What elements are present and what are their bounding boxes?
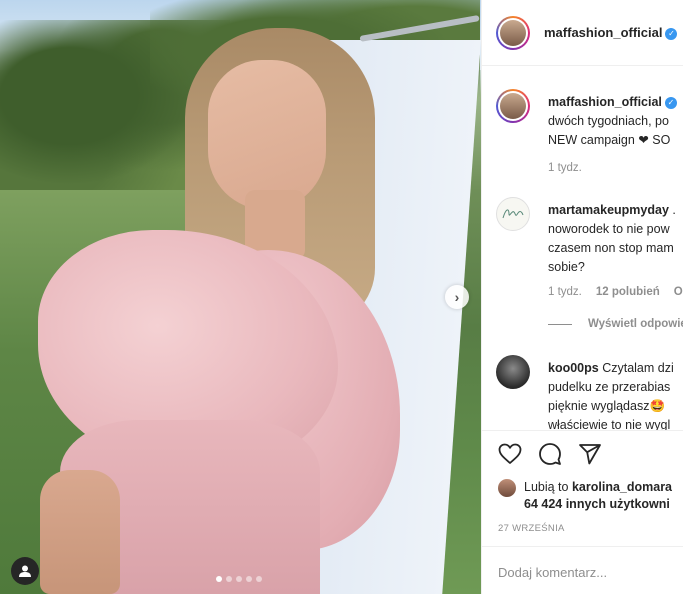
avatar[interactable] — [498, 479, 516, 497]
carousel-next-button[interactable]: › — [445, 285, 469, 309]
comment-text: noworodek to nie pow — [548, 222, 670, 236]
avatar[interactable] — [496, 197, 530, 231]
comment-text: dwóch tygodniach, po — [548, 114, 669, 128]
comment-likes[interactable]: 12 polubień — [596, 286, 660, 298]
post-photo[interactable]: › — [0, 0, 481, 594]
view-replies-button[interactable]: Wyświetl odpowie — [548, 318, 683, 330]
user-icon — [19, 565, 31, 577]
comment-text: pięknie wyglądasz🤩 — [548, 399, 666, 413]
comment-text: czasem non stop mam — [548, 241, 674, 255]
carousel-dot — [216, 576, 222, 582]
avatar[interactable] — [496, 355, 530, 389]
likes-summary: Lubią to karolina_domara 64 424 innych u… — [498, 479, 672, 513]
comment-username[interactable]: maffashion_official — [548, 95, 662, 109]
instagram-post-view: › maffashion_official ✓ maffashion_offic… — [0, 0, 683, 594]
comment-meta: 1 tydz. — [548, 162, 582, 174]
carousel-dot — [246, 576, 252, 582]
post-header: maffashion_official ✓ — [482, 0, 683, 66]
add-comment-input[interactable]: Dodaj komentarz... — [482, 546, 683, 594]
post-sidebar: maffashion_official ✓ maffashion_official… — [481, 0, 683, 594]
chevron-right-icon: › — [454, 289, 460, 305]
comment-time[interactable]: 1 tydz. — [548, 162, 582, 174]
comment-icon[interactable] — [538, 442, 562, 466]
reply-button[interactable]: Od — [674, 286, 683, 298]
tagged-users-button[interactable] — [11, 557, 39, 585]
comment-text: sobie? — [548, 260, 585, 274]
comment-text: właściewie to nie wygl — [548, 418, 671, 430]
comment-username[interactable]: martamakeupmyday — [548, 203, 669, 217]
comment-text: pudelku ze przerabias — [548, 380, 671, 394]
heart-icon[interactable] — [498, 443, 522, 465]
carousel-dot — [256, 576, 262, 582]
post-actions: Lubią to karolina_domara 64 424 innych u… — [482, 430, 683, 534]
avatar[interactable] — [496, 89, 530, 123]
share-icon[interactable] — [578, 442, 602, 466]
post-date[interactable]: 27 WRZEŚNIA — [498, 523, 668, 534]
comment-username[interactable]: koo00ps — [548, 361, 599, 375]
avatar[interactable] — [496, 15, 530, 50]
comment-text: NEW campaign ❤ SO — [548, 133, 671, 147]
carousel-dots — [216, 576, 262, 582]
signature-logo-icon — [502, 209, 524, 219]
comment-time[interactable]: 1 tydz. — [548, 286, 582, 298]
verified-badge-icon: ✓ — [665, 27, 678, 40]
verified-badge-icon: ✓ — [664, 96, 677, 109]
comment-meta: 1 tydz. 12 polubień Od — [548, 286, 683, 298]
liker-username[interactable]: karolina_domara — [572, 480, 672, 494]
carousel-dot — [236, 576, 242, 582]
likes-count-link[interactable]: 64 424 innych użytkowni — [524, 497, 670, 511]
comments-list: maffashion_official ✓ dwóch tygodniach, p… — [482, 67, 683, 430]
header-username[interactable]: maffashion_official ✓ — [544, 25, 678, 40]
carousel-dot — [226, 576, 232, 582]
